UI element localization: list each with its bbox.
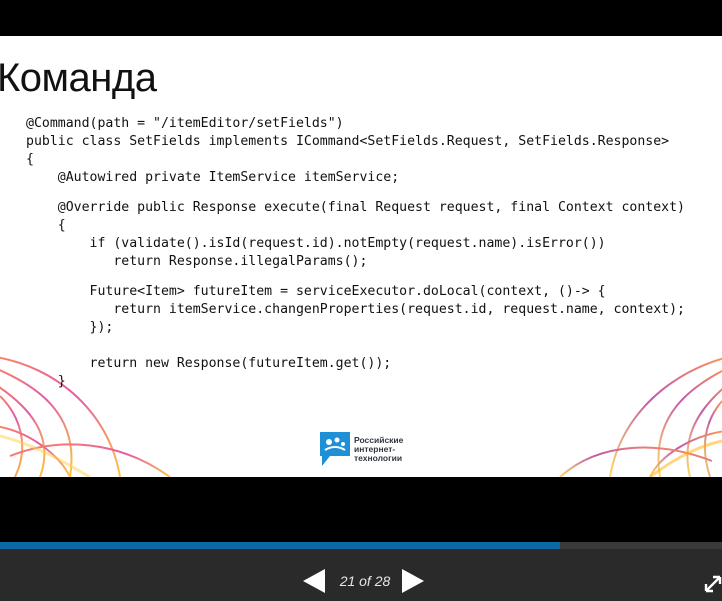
- code-line: return itemService.changenProperties(req…: [26, 302, 685, 317]
- code-block: @Command(path = "/itemEditor/setFields")…: [26, 116, 685, 389]
- code-line: {: [26, 218, 66, 233]
- code-line: Future<Item> futureItem = serviceExecuto…: [26, 284, 606, 299]
- expand-icon[interactable]: [704, 571, 722, 593]
- player-controls: 21 of 28: [0, 549, 722, 601]
- code-line: @Command(path = "/itemEditor/setFields"): [26, 116, 344, 131]
- code-line: return new Response(futureItem.get());: [26, 356, 392, 371]
- code-line: @Override public Response execute(final …: [26, 200, 685, 215]
- logo-line: технологии: [354, 452, 403, 463]
- rit-logo: Российские интернет- технологии: [320, 432, 403, 466]
- progress-fill: [0, 542, 560, 549]
- slide-counter: 21 of 28: [339, 573, 391, 589]
- slide-title: Команда: [0, 56, 157, 100]
- triangle-right-icon[interactable]: [402, 569, 424, 593]
- code-line: {: [26, 152, 34, 167]
- rit-logo-icon: [320, 432, 350, 466]
- code-line: return Response.illegalParams();: [26, 254, 368, 269]
- triangle-left-icon[interactable]: [303, 569, 325, 593]
- code-line: }: [26, 374, 66, 389]
- logo-text: Российские интернет- технологии: [354, 435, 403, 463]
- code-line: });: [26, 320, 114, 335]
- code-line: @Autowired private ItemService itemServi…: [26, 170, 400, 185]
- progress-bar[interactable]: [0, 542, 722, 549]
- slide: Команда @Command(path = "/itemEditor/set…: [0, 36, 722, 477]
- code-line: public class SetFields implements IComma…: [26, 134, 670, 149]
- code-line: if (validate().isId(request.id).notEmpty…: [26, 236, 606, 251]
